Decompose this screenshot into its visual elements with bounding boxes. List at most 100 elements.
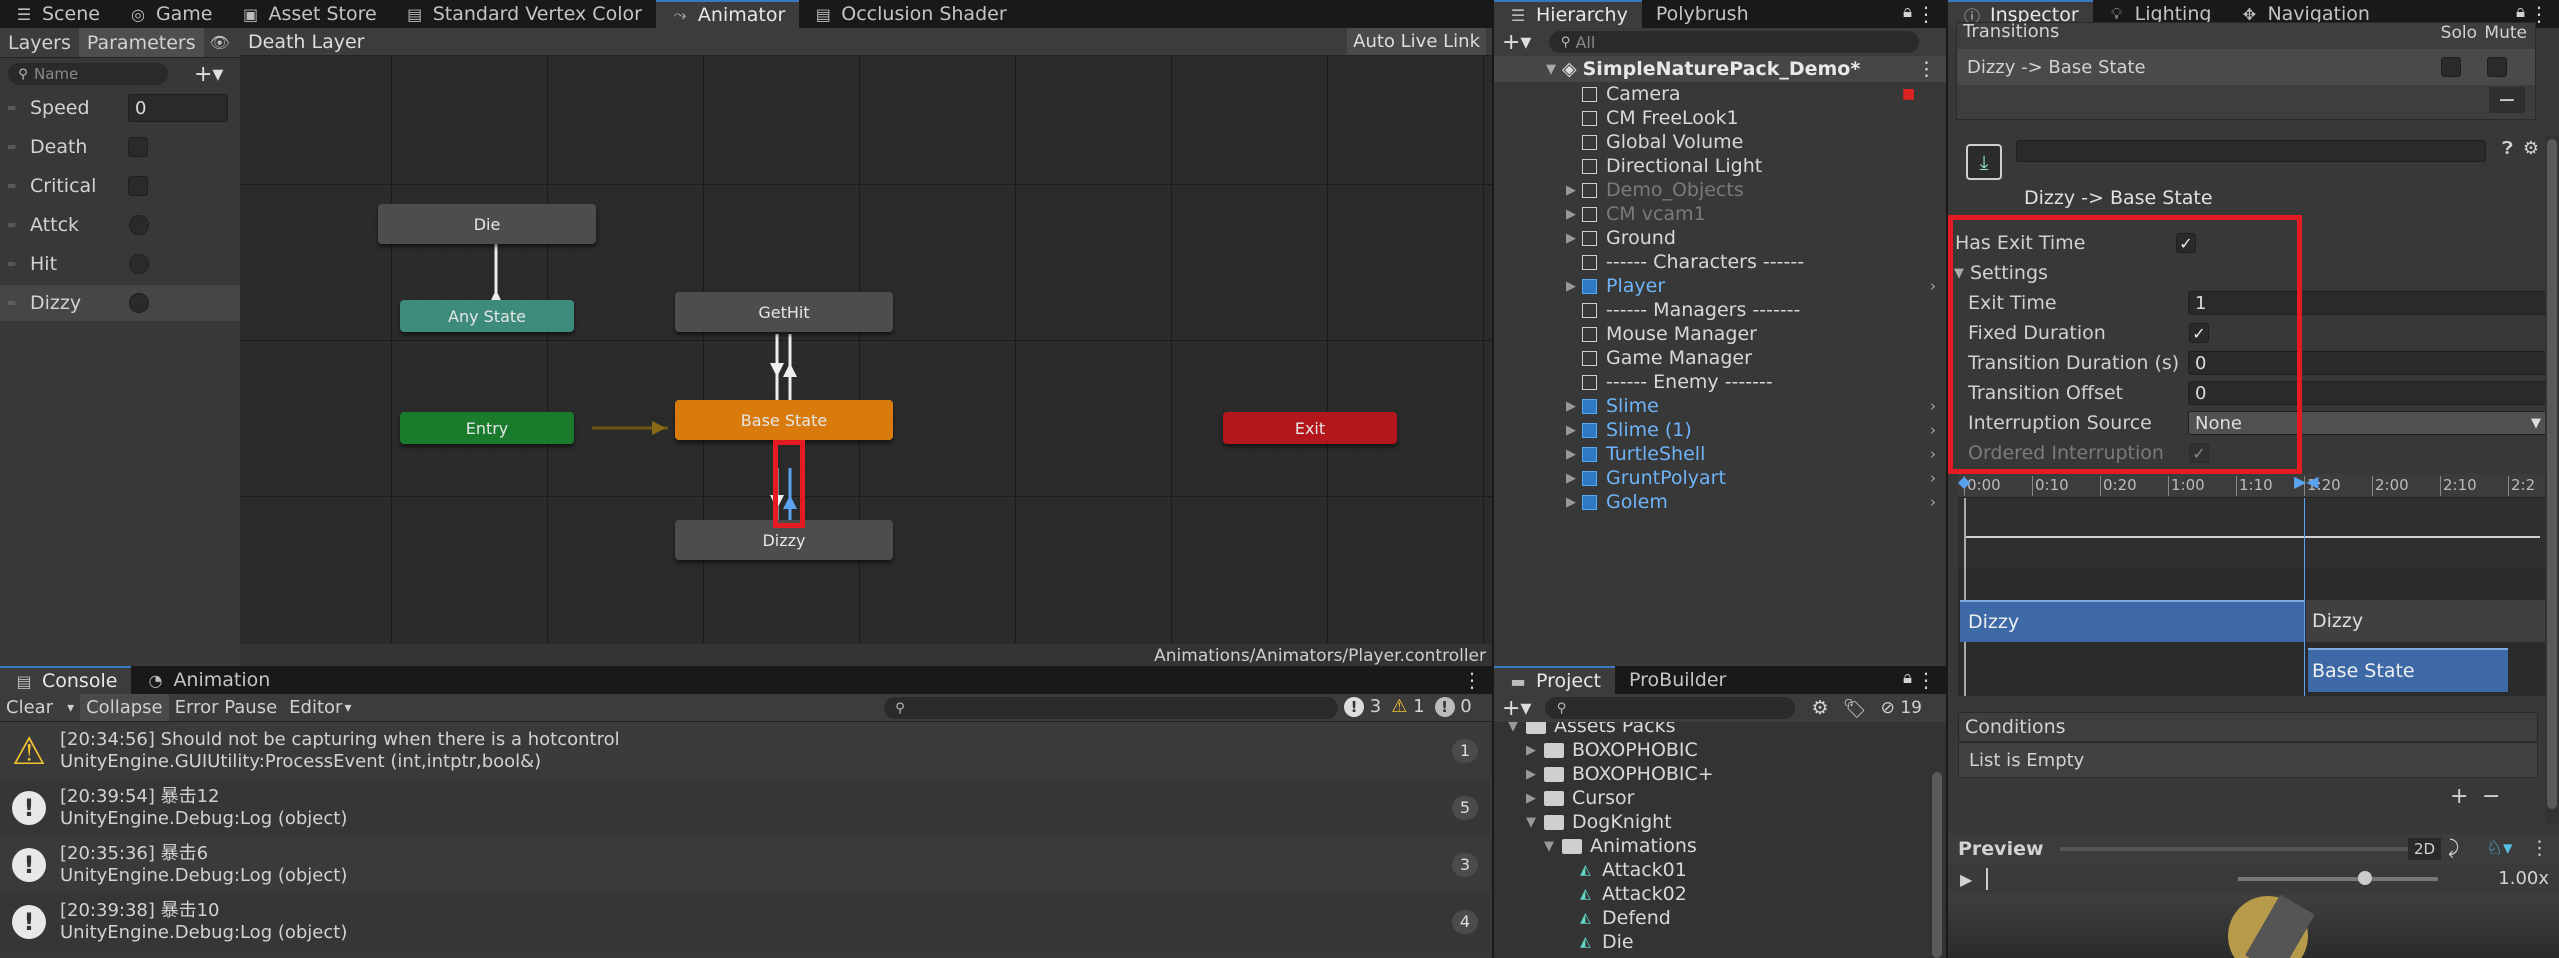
hierarchy-item[interactable]: ------ Managers ------- [1494, 298, 1946, 322]
hierarchy-item[interactable]: CM FreeLook1 [1494, 106, 1946, 130]
more-options-icon[interactable]: ⋮ [1916, 2, 1936, 26]
create-button[interactable]: +▾ [1502, 30, 1531, 55]
warning-filter-button[interactable]: ⚠ 1 [1391, 696, 1424, 717]
hierarchy-item[interactable]: ▶ Ground [1494, 226, 1946, 250]
parameter-trigger-radio[interactable] [129, 293, 149, 313]
drag-handle-icon[interactable]: ═ [8, 179, 15, 193]
eye-icon[interactable]: 👁 [209, 33, 229, 53]
lock-icon[interactable]: 🔒︎ [2516, 2, 2525, 22]
console-log-row[interactable]: ! [20:35:36] 暴击6 UnityEngine.Debug:Log (… [0, 836, 1490, 893]
console-log-row[interactable]: ! [20:39:38] 暴击10 UnityEngine.Debug:Log … [0, 893, 1490, 950]
expand-arrow-icon[interactable]: ▶ [1566, 495, 1576, 510]
console-log-row[interactable]: ! [20:39:54] 暴击12 UnityEngine.Debug:Log … [0, 779, 1490, 836]
expand-arrow-icon[interactable]: ▶ [1566, 471, 1576, 486]
remove-condition-button[interactable]: − [2482, 784, 2500, 809]
tab-animation[interactable]: ◔ Animation [131, 666, 284, 694]
project-item[interactable]: ▼ Animations [1544, 834, 1697, 858]
hierarchy-item[interactable]: ------ Characters ------ [1494, 250, 1946, 274]
parameter-row[interactable]: ═ Hit [0, 246, 240, 282]
parameter-row[interactable]: ═ Dizzy [0, 285, 240, 321]
preview-speed-slider[interactable] [2238, 871, 2438, 885]
expand-arrow-icon[interactable]: ▶ [1566, 183, 1576, 198]
hierarchy-item[interactable]: ▶ CM vcam1 [1494, 202, 1946, 226]
expand-arrow-icon[interactable]: ▶ [1566, 231, 1576, 246]
transition-item[interactable]: Dizzy -> Base State [1957, 49, 2535, 85]
lock-icon[interactable]: 🔒︎ [1903, 2, 1912, 22]
drag-handle-icon[interactable]: ═ [8, 140, 15, 154]
parameter-checkbox[interactable] [128, 137, 148, 157]
parameter-value-input[interactable]: 0 [128, 94, 228, 122]
expand-arrow-icon[interactable]: ▼ [1526, 815, 1544, 830]
hierarchy-search-input[interactable]: ⚲ All [1549, 31, 1920, 53]
hierarchy-item[interactable]: Game Manager [1494, 346, 1946, 370]
parameter-row[interactable]: ═ Speed 0 [0, 90, 240, 126]
expand-arrow-icon[interactable]: ▶ [1566, 399, 1576, 414]
timeline-start-marker[interactable]: ◆ [1958, 474, 1976, 491]
parameter-trigger-radio[interactable] [129, 215, 149, 235]
settings-gear-icon[interactable]: ⚙ [2523, 138, 2539, 159]
avatar-icon[interactable]: ♘▾ [2486, 837, 2513, 859]
project-item[interactable]: ◭ Die [1562, 930, 1634, 954]
expand-arrow-icon[interactable]: ▶ [1526, 791, 1544, 806]
expand-arrow-icon[interactable]: ▶ [1566, 207, 1576, 222]
open-prefab-icon[interactable]: › [1930, 421, 1936, 439]
clear-button[interactable]: Clear ▾ [0, 694, 80, 721]
expand-arrow-icon[interactable]: ▼ [1544, 839, 1562, 854]
lock-icon[interactable]: 🔒︎ [1903, 668, 1912, 688]
log-filter-button[interactable]: ! 3 [1344, 696, 1381, 717]
state-exit[interactable]: Exit [1223, 412, 1397, 444]
hierarchy-item[interactable]: ▶ TurtleShell › [1494, 442, 1946, 466]
hierarchy-item[interactable]: Global Volume [1494, 130, 1946, 154]
drag-handle-icon[interactable]: ═ [8, 218, 15, 232]
console-search-input[interactable]: ⚲ [884, 697, 1338, 719]
tab-layers[interactable]: Layers [0, 28, 79, 57]
hierarchy-item[interactable]: ▶ Slime › [1494, 394, 1946, 418]
project-item[interactable]: ◭DieRecover [1562, 954, 1710, 958]
state-any-state[interactable]: Any State [400, 300, 574, 332]
state-die[interactable]: Die [378, 204, 596, 244]
state-entry[interactable]: Entry [400, 412, 574, 444]
scene-root-row[interactable]: ▼ ◈ SimpleNaturePack_Demo* ⋮ [1494, 56, 1946, 82]
parameter-checkbox[interactable] [128, 176, 148, 196]
project-search-input[interactable]: ⚲ [1545, 697, 1796, 719]
tab-polybrush[interactable]: Polybrush [1642, 0, 1763, 28]
tab-occlusion-shader[interactable]: ▤ Occlusion Shader [799, 0, 1020, 28]
open-prefab-icon[interactable]: › [1930, 469, 1936, 487]
open-prefab-icon[interactable]: › [1930, 277, 1936, 295]
timeline-transition-marker[interactable]: ▶◀ [2294, 474, 2324, 491]
hidden-packages-icon[interactable]: ⊘ 19 [1881, 698, 1922, 718]
help-icon[interactable]: ❓︎ [2502, 138, 2513, 159]
project-item[interactable]: ◭ Attack02 [1562, 882, 1687, 906]
timeline-source-clip[interactable]: Dizzy [1960, 600, 2304, 642]
tab-game[interactable]: ◎ Game [114, 0, 227, 28]
hierarchy-item[interactable]: ▶ Slime (1) › [1494, 418, 1946, 442]
drag-handle-icon[interactable]: ═ [8, 296, 15, 310]
transition-timeline[interactable]: 0:00 0:10 0:20 1:00 1:10 1:20 2:00 2:10 2:2 ◆ ▶◀… [1958, 474, 2554, 696]
animator-graph[interactable]: Death Layer Auto Live Link Die Any State… [240, 28, 1492, 668]
project-item[interactable]: ◭ Attack01 [1562, 858, 1687, 882]
error-pause-button[interactable]: Error Pause [169, 694, 284, 721]
tab-hierarchy[interactable]: ☰ Hierarchy [1494, 0, 1642, 28]
project-item[interactable]: ▶ Cursor [1526, 786, 1634, 810]
filter-type-icon[interactable]: ⚙ [1811, 697, 1828, 719]
drag-handle-icon[interactable]: ═ [8, 257, 15, 271]
state-base-state[interactable]: Base State [675, 400, 893, 440]
hierarchy-item[interactable]: Camera ■ [1494, 82, 1946, 106]
project-item[interactable]: ◭ Defend [1562, 906, 1671, 930]
tab-asset-store[interactable]: ▣ Asset Store [227, 0, 391, 28]
preview-2d-button[interactable]: 2D [2408, 838, 2442, 860]
parameter-search-input[interactable]: ⚲ Name [8, 63, 168, 85]
mute-checkbox[interactable] [2487, 57, 2507, 77]
tab-probuilder[interactable]: ProBuilder [1615, 666, 1740, 694]
console-log-row[interactable]: ⚠ [20:34:56] Should not be capturing whe… [0, 722, 1490, 779]
timeline-destination-clip[interactable]: Base State [2308, 648, 2508, 692]
project-item[interactable]: ▶ BOXOPHOBIC [1526, 738, 1698, 762]
expand-arrow-icon[interactable]: ▼ [1508, 722, 1526, 734]
preview-options-icon[interactable]: ⋮ [2530, 837, 2549, 859]
tab-console[interactable]: ▤ Console [0, 666, 132, 694]
parameter-trigger-radio[interactable] [129, 254, 149, 274]
tab-parameters[interactable]: Parameters [78, 28, 204, 57]
add-parameter-button[interactable]: +▾ [194, 62, 223, 87]
tab-scene[interactable]: ☰ Scene [0, 0, 114, 28]
preview-viewport[interactable] [1948, 894, 2559, 958]
